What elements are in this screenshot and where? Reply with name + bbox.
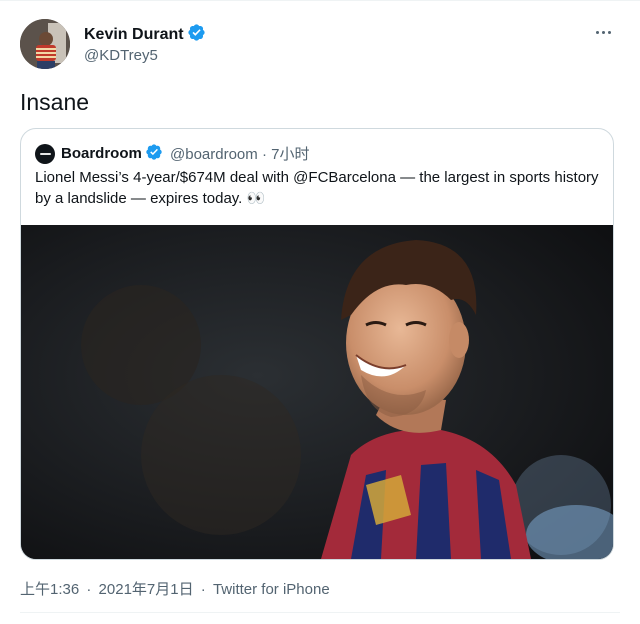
separator: · <box>86 581 92 598</box>
tweet-card: Kevin Durant @KDTrey5 Insane Boardroom @… <box>0 0 640 624</box>
avatar[interactable] <box>20 19 70 69</box>
quoted-text: Lionel Messi’s 4-year/$674M deal with @F… <box>35 169 599 207</box>
quoted-author-handle[interactable]: @boardroom <box>170 146 258 163</box>
divider <box>0 0 640 1</box>
divider <box>20 612 620 613</box>
tweet-date[interactable]: 2021年7月1日 <box>99 581 194 598</box>
quoted-tweet[interactable]: Boardroom @boardroom · 7小时 Lionel Messi’… <box>20 128 614 560</box>
tweet-time[interactable]: 上午1:36 <box>20 581 79 598</box>
separator: · <box>200 581 206 598</box>
tweet-metadata: 上午1:36 · 2021年7月1日 · Twitter for iPhone <box>20 578 330 599</box>
more-dot-icon <box>607 30 611 34</box>
quoted-avatar[interactable] <box>35 144 55 164</box>
verified-badge-icon <box>145 143 163 165</box>
tweet-text: Insane <box>20 89 90 115</box>
verified-badge-icon <box>187 23 206 47</box>
more-dot-icon <box>601 30 605 34</box>
separator: · <box>261 146 267 163</box>
more-dot-icon <box>595 30 599 34</box>
quoted-author-name[interactable]: Boardroom <box>61 145 142 162</box>
more-options-button[interactable] <box>588 22 618 42</box>
tweet-source-link[interactable]: Twitter for iPhone <box>213 581 330 598</box>
author-name-row[interactable]: Kevin Durant <box>84 23 206 47</box>
quoted-name-row[interactable]: Boardroom <box>61 143 163 165</box>
quoted-timestamp[interactable]: 7小时 <box>271 146 309 163</box>
quoted-handle-row: @boardroom · 7小时 <box>170 143 309 164</box>
quoted-media-photo[interactable] <box>21 225 613 559</box>
author-handle[interactable]: @KDTrey5 <box>84 47 158 64</box>
boardroom-logo-icon <box>39 153 51 155</box>
author-name[interactable]: Kevin Durant <box>84 26 184 43</box>
